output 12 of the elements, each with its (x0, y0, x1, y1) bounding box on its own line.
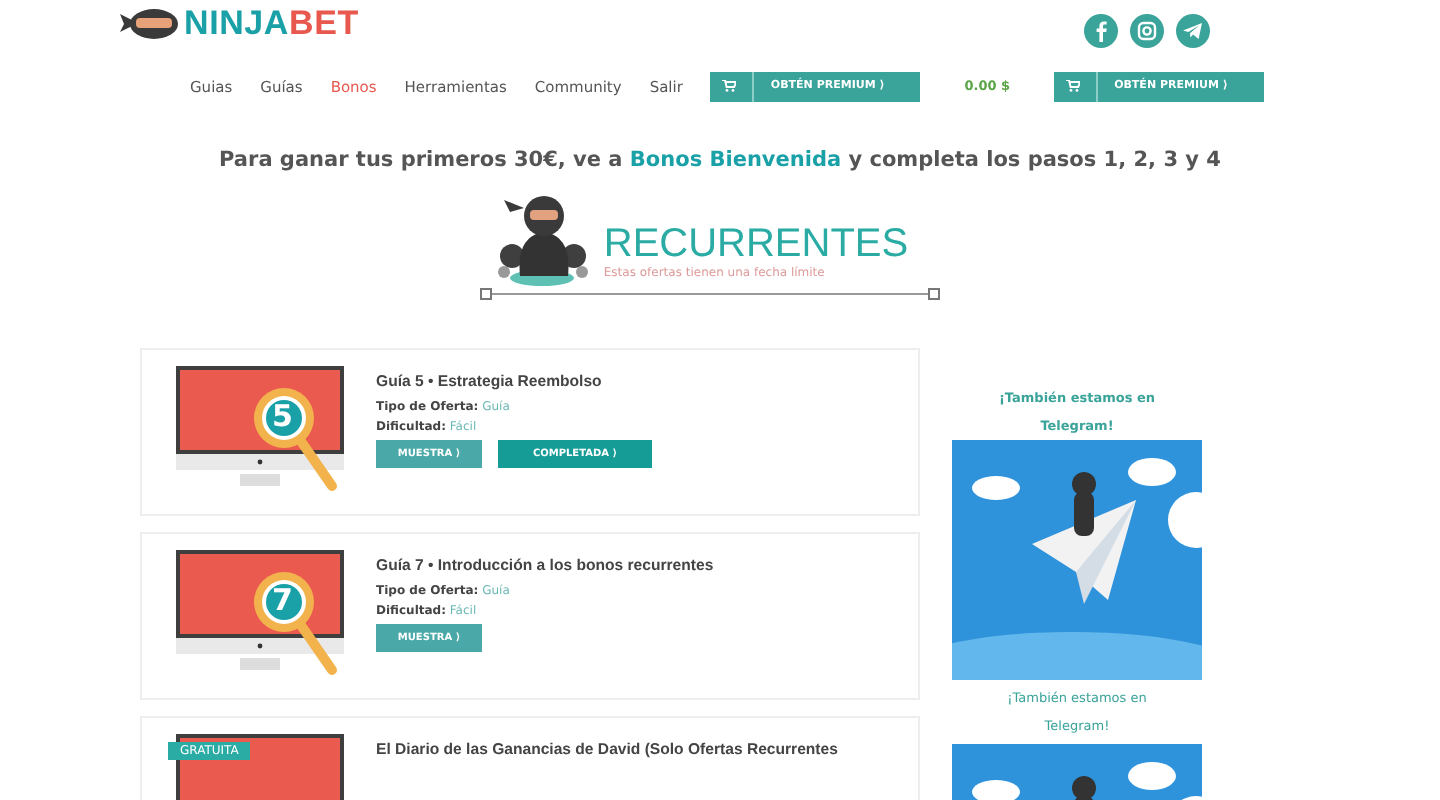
instagram-icon[interactable] (1130, 13, 1164, 47)
ninja-head-icon (120, 8, 180, 40)
guide-number: 7 (272, 582, 293, 618)
headline: Para ganar tus primeros 30€, ve a Bonos Bienvenida y completa los pasos 1, 2, 3 y 4 (217, 148, 1223, 172)
paper-plane-icon[interactable] (1176, 13, 1210, 47)
banner-title: RECURRENTES (603, 222, 909, 266)
cart-icon (722, 80, 737, 92)
guide-number: 5 (272, 398, 293, 434)
facebook-icon[interactable] (1084, 13, 1118, 47)
logo-text: NINJABET (184, 4, 359, 44)
cart-icon (1066, 80, 1081, 92)
paper-plane-illustration[interactable] (952, 440, 1202, 680)
